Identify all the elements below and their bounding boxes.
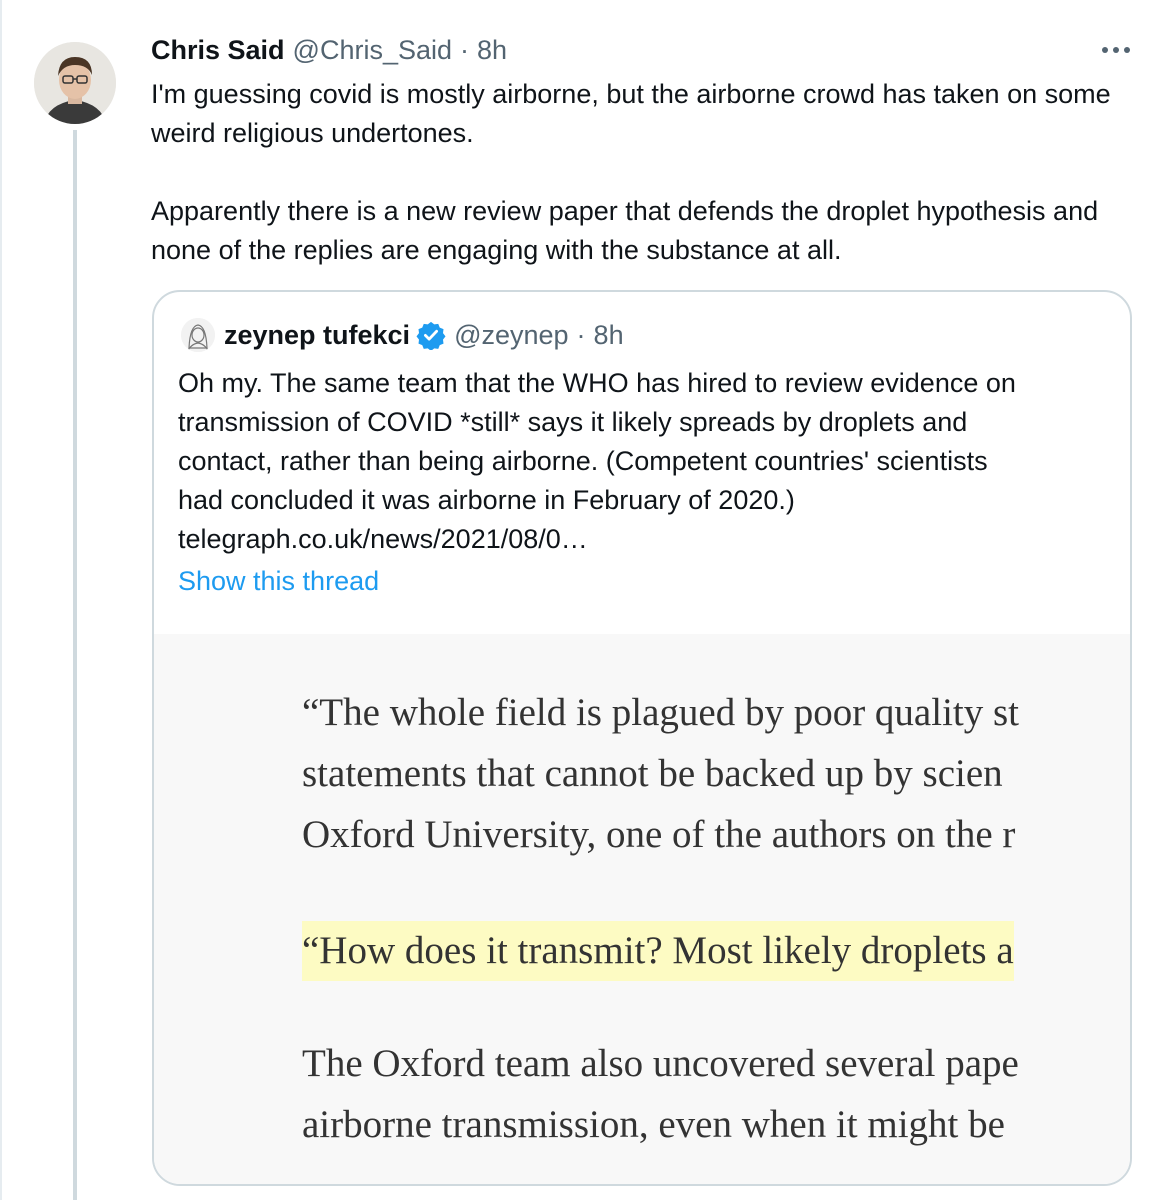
author-avatar[interactable] — [34, 42, 116, 124]
separator-dot: · — [576, 319, 586, 350]
quoted-tweet-body: Oh my. The same team that the WHO has hi… — [178, 364, 1118, 559]
tweet-paragraph: I'm guessing covid is mostly airborne, b… — [151, 79, 1111, 148]
quoted-text-line: contact, rather than being airborne. (Co… — [178, 446, 988, 476]
quoted-tweet-header: zeynep tufekci @zeynep · 8h — [224, 316, 624, 354]
author-display-name[interactable]: Chris Said — [151, 35, 285, 66]
author-handle[interactable]: @Chris_Said — [293, 35, 452, 66]
quoted-text-line: Oh my. The same team that the WHO has hi… — [178, 368, 1016, 398]
quoted-tweet-card[interactable]: zeynep tufekci @zeynep · 8h Oh my. The s… — [152, 290, 1132, 1186]
quoted-link[interactable]: telegraph.co.uk/news/2021/08/0… — [178, 520, 1118, 559]
separator-dot: · — [460, 34, 470, 65]
article-text-line: Oxford University, one of the authors on… — [302, 813, 1016, 856]
quoted-author-display-name[interactable]: zeynep tufekci — [224, 320, 410, 351]
quoted-author-avatar[interactable] — [181, 318, 215, 352]
article-screenshot-image[interactable]: “The whole field is plagued by poor qual… — [154, 634, 1130, 1184]
author-avatar-image — [34, 42, 116, 124]
article-highlighted-line: “How does it transmit? Most likely dropl… — [302, 921, 1014, 981]
quoted-tweet-timestamp[interactable]: 8h — [594, 320, 624, 351]
show-thread-link[interactable]: Show this thread — [178, 566, 379, 597]
tweet-timestamp[interactable]: 8h — [477, 35, 507, 66]
quoted-author-handle[interactable]: @zeynep — [454, 320, 568, 351]
thread-connector-line — [73, 130, 77, 1200]
more-horizontal-icon[interactable] — [1096, 36, 1136, 64]
quoted-text-line: transmission of COVID *still* says it li… — [178, 407, 968, 437]
article-text-line: statements that cannot be backed up by s… — [302, 752, 1003, 795]
article-text-line: The Oxford team also uncovered several p… — [302, 1042, 1019, 1085]
tweet-container: Chris Said @Chris_Said · 8h I'm guessing… — [0, 0, 1153, 1200]
quoted-text-line: had concluded it was airborne in Februar… — [178, 485, 795, 515]
verified-badge-icon — [416, 321, 446, 350]
article-text-line: airborne transmission, even when it migh… — [302, 1103, 1005, 1146]
tweet-body: I'm guessing covid is mostly airborne, b… — [151, 75, 1141, 270]
tweet-header: Chris Said @Chris_Said · 8h — [151, 30, 507, 70]
article-text-line: “The whole field is plagued by poor qual… — [302, 691, 1020, 734]
tweet-paragraph: Apparently there is a new review paper t… — [151, 196, 1099, 265]
